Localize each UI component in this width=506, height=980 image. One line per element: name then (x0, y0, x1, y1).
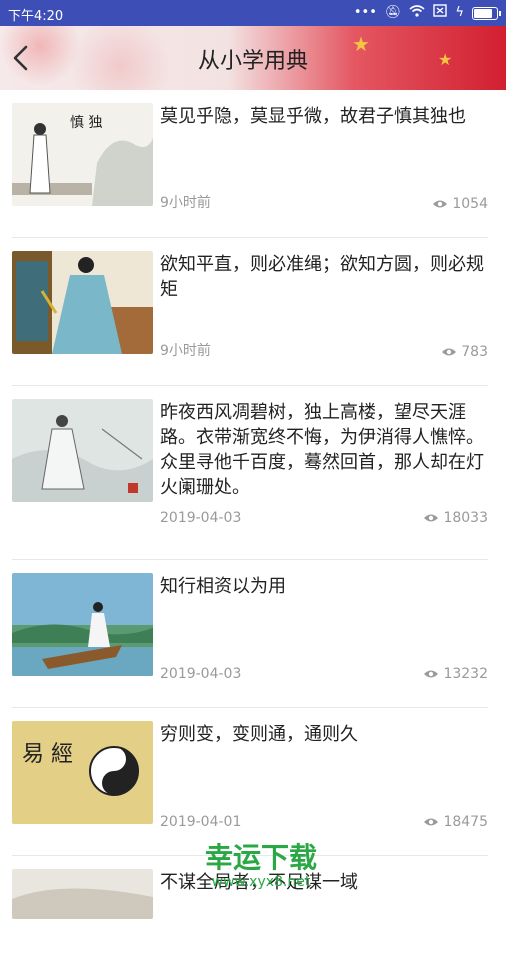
item-title: 莫见乎隐，莫显乎微，故君子慎其独也 (160, 106, 466, 127)
item-date: 2019-04-03 (160, 510, 242, 526)
thumbnail-caption: 慎 独 (70, 115, 102, 131)
thumbnail-image: 慎 独 (12, 103, 153, 206)
watermark-url: www.xyx8.net (211, 874, 311, 890)
view-count-value: 13232 (443, 666, 488, 682)
status-bar: 下午4:20 ••• 🔕︎ ϟ (0, 0, 506, 26)
thumbnail-caption: 易 經 (22, 742, 73, 767)
view-count-value: 783 (461, 344, 488, 360)
list-item[interactable]: 慎 独 莫见乎隐，莫显乎微，故君子慎其独也 9小时前 1054 (12, 90, 488, 214)
header-bar: ★ ★ 从小学用典 (0, 26, 506, 90)
eye-icon (424, 670, 439, 678)
view-count: 1054 (432, 196, 488, 212)
watermark: 幸运下载 www.xyx8.net (176, 836, 346, 890)
status-icons: ••• 🔕︎ ϟ (353, 4, 501, 22)
thumbnail-image: 易 經 (12, 721, 153, 824)
thumbnail-image (12, 869, 153, 919)
item-date: 9小时前 (160, 343, 211, 359)
list-item[interactable]: 知行相资以为用 2019-04-03 13232 (12, 560, 488, 684)
item-title: 知行相资以为用 (160, 576, 286, 597)
thumbnail-image (12, 399, 153, 502)
view-count: 18033 (423, 510, 488, 526)
view-count: 13232 (423, 666, 488, 682)
list-item[interactable]: 欲知平直，则必准绳；欲知方圆，则必规矩 9小时前 783 (12, 238, 488, 362)
list-item[interactable]: 昨夜西风凋碧树，独上高楼，望尽天涯路。衣带渐宽终不悔，为伊消得人憔悴。众里寻他千… (12, 386, 488, 556)
eye-icon (424, 818, 439, 826)
status-time: 下午4:20 (8, 9, 64, 24)
list-item[interactable]: 易 經 穷则变，变则通，通则久 2019-04-01 18475 (12, 708, 488, 832)
wifi-icon (409, 4, 425, 22)
thumbnail-image (12, 573, 153, 676)
item-date: 2019-04-01 (160, 814, 242, 830)
thumbnail-image (12, 251, 153, 354)
mute-icon: 🔕︎ (384, 5, 402, 20)
eye-icon (442, 348, 457, 356)
page-title: 从小学用典 (197, 49, 308, 74)
item-title: 欲知平直，则必准绳；欲知方圆，则必规矩 (160, 254, 484, 300)
battery-icon (472, 6, 501, 20)
item-title: 穷则变，变则通，通则久 (160, 724, 358, 745)
eye-icon (433, 200, 448, 208)
view-count-value: 18475 (443, 814, 488, 830)
view-count-value: 18033 (443, 510, 488, 526)
view-count: 783 (441, 344, 488, 360)
eye-icon (424, 514, 439, 522)
item-date: 9小时前 (160, 195, 211, 211)
signal-icon: ••• (353, 5, 377, 20)
view-count: 18475 (423, 814, 488, 830)
view-count-value: 1054 (452, 196, 488, 212)
sim-icon (433, 4, 448, 22)
item-title: 昨夜西风凋碧树，独上高楼，望尽天涯路。衣带渐宽终不悔，为伊消得人憔悴。众里寻他千… (160, 402, 484, 498)
watermark-title: 幸运下载 (204, 841, 317, 874)
item-date: 2019-04-03 (160, 666, 242, 682)
charging-icon: ϟ (455, 5, 464, 20)
